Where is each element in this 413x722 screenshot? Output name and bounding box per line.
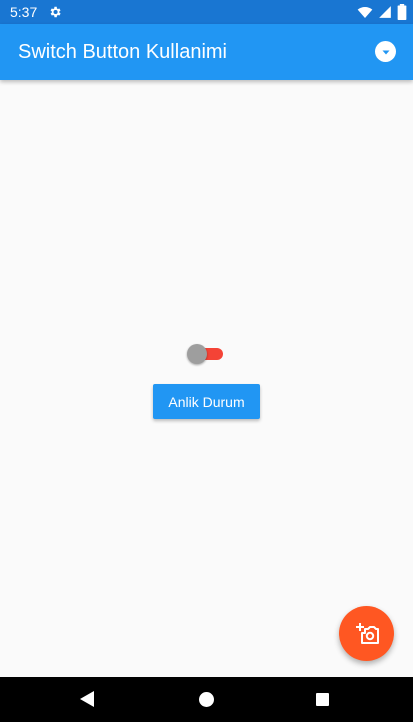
home-icon[interactable] — [199, 692, 214, 707]
anlik-durum-button[interactable]: Anlik Durum — [153, 384, 260, 419]
signal-icon — [379, 6, 391, 18]
dropdown-menu-button[interactable] — [375, 41, 396, 62]
switch-thumb — [187, 344, 207, 364]
battery-icon — [397, 4, 407, 20]
settings-icon — [50, 6, 61, 18]
status-time: 5:37 — [10, 4, 38, 20]
toggle-switch[interactable] — [187, 344, 225, 364]
add-photo-fab[interactable] — [339, 606, 394, 661]
back-icon[interactable] — [80, 691, 94, 707]
navigation-bar — [0, 677, 413, 722]
status-bar: 5:37 — [0, 0, 413, 24]
add-a-photo-icon — [355, 622, 379, 644]
dropdown-circle-icon — [382, 50, 389, 54]
recents-icon[interactable] — [316, 693, 329, 706]
app-title: Switch Button Kullanimi — [18, 41, 227, 63]
status-icons — [357, 4, 407, 20]
app-bar: Switch Button Kullanimi — [0, 24, 413, 80]
wifi-icon — [357, 7, 373, 18]
